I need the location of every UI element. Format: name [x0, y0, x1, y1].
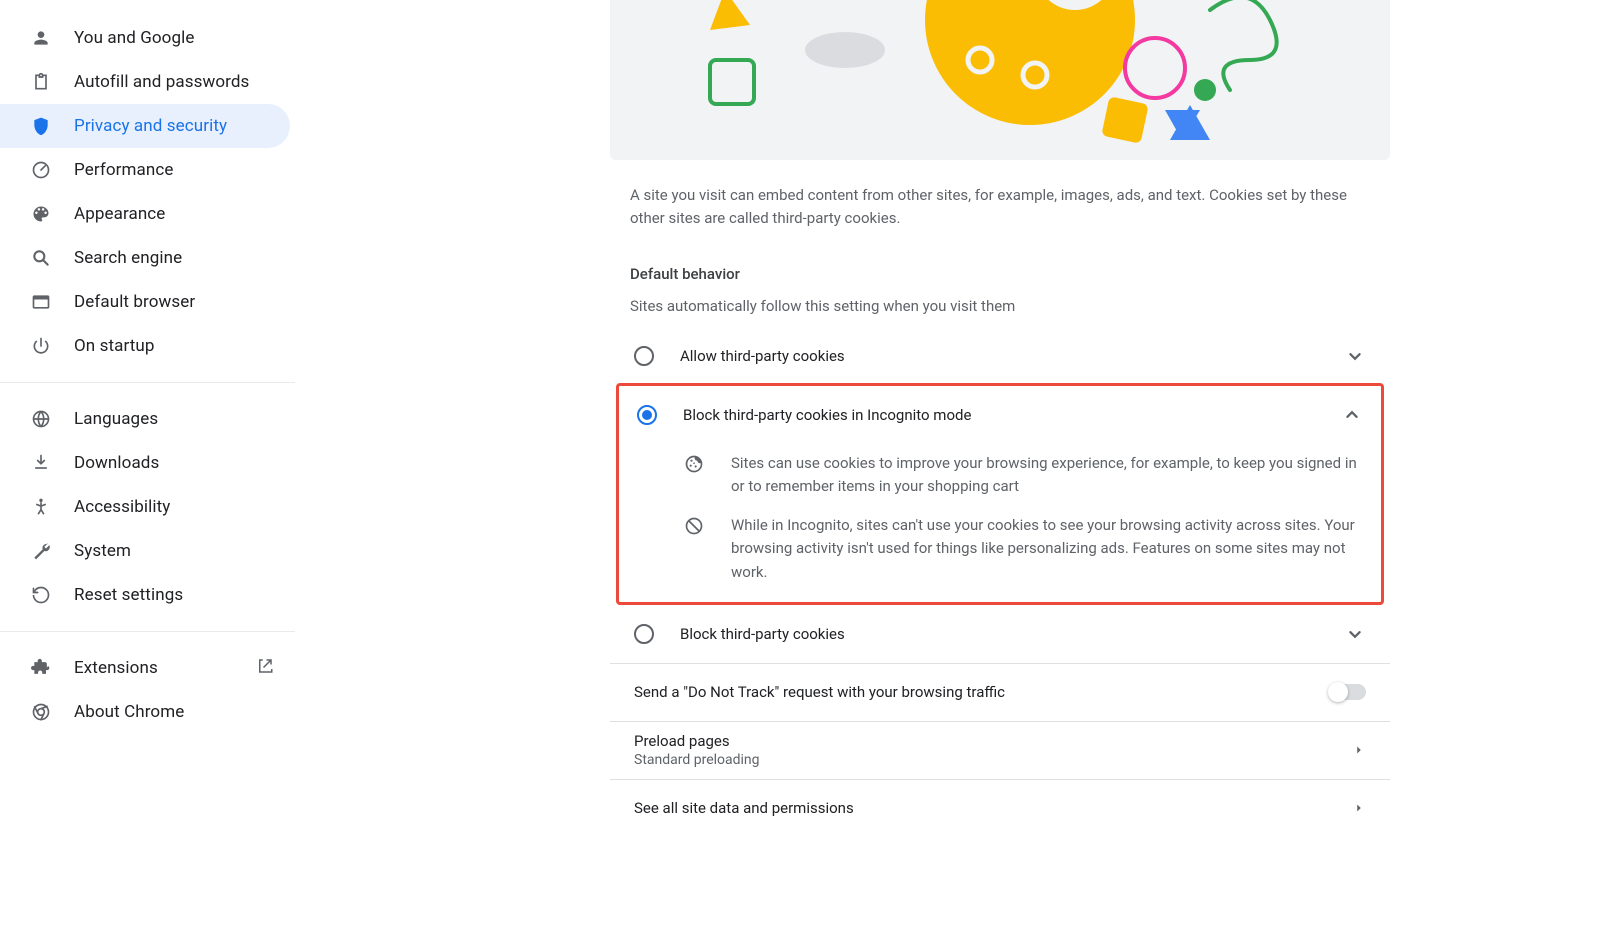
sidebar-divider	[0, 631, 295, 632]
setting-preload-pages[interactable]: Preload pages Standard preloading	[610, 721, 1390, 779]
detail-incognito-block: While in Incognito, sites can't use your…	[619, 506, 1381, 592]
shield-icon	[30, 115, 52, 137]
option-label: Block third-party cookies	[680, 625, 1318, 643]
sidebar-item-reset-settings[interactable]: Reset settings	[0, 573, 290, 617]
sidebar-item-label: System	[74, 541, 131, 561]
setting-subtitle: Standard preloading	[634, 752, 1336, 768]
open-in-new-icon	[256, 657, 274, 679]
power-icon	[30, 335, 52, 357]
extension-icon	[30, 657, 52, 679]
sidebar-item-label: You and Google	[74, 28, 194, 48]
option-block-cookies-incognito[interactable]: Block third-party cookies in Incognito m…	[619, 386, 1381, 444]
palette-icon	[30, 203, 52, 225]
sidebar-item-label: Downloads	[74, 453, 159, 473]
settings-content: A site you visit can embed content from …	[300, 0, 1600, 934]
sidebar-item-label: Extensions	[74, 658, 158, 678]
download-icon	[30, 452, 52, 474]
sidebar-item-appearance[interactable]: Appearance	[0, 192, 290, 236]
chevron-down-icon[interactable]	[1344, 623, 1366, 645]
sidebar-item-autofill[interactable]: Autofill and passwords	[0, 60, 290, 104]
setting-title: Preload pages	[634, 732, 1336, 750]
globe-icon	[30, 408, 52, 430]
detail-text: Sites can use cookies to improve your br…	[731, 452, 1363, 499]
cookie-icon	[683, 454, 705, 474]
option-allow-third-party-cookies[interactable]: Allow third-party cookies	[616, 327, 1384, 385]
option-block-third-party-cookies[interactable]: Block third-party cookies	[616, 605, 1384, 663]
sidebar-item-extensions[interactable]: Extensions	[0, 646, 290, 690]
sidebar-item-label: Search engine	[74, 248, 182, 268]
clipboard-icon	[30, 71, 52, 93]
radio-unchecked-icon[interactable]	[634, 624, 654, 644]
sidebar-item-label: About Chrome	[74, 702, 184, 722]
block-icon	[683, 516, 705, 536]
sidebar-item-about-chrome[interactable]: About Chrome	[0, 690, 290, 734]
sidebar-item-downloads[interactable]: Downloads	[0, 441, 290, 485]
radio-unchecked-icon[interactable]	[634, 346, 654, 366]
sidebar-item-privacy-and-security[interactable]: Privacy and security	[0, 104, 290, 148]
sidebar-item-default-browser[interactable]: Default browser	[0, 280, 290, 324]
sidebar-divider	[0, 382, 295, 383]
sidebar-item-label: On startup	[74, 336, 155, 356]
sidebar-item-label: Autofill and passwords	[74, 72, 249, 92]
sidebar-item-label: Accessibility	[74, 497, 170, 517]
setting-do-not-track[interactable]: Send a "Do Not Track" request with your …	[610, 663, 1390, 721]
sidebar-item-label: Languages	[74, 409, 158, 429]
sidebar-item-on-startup[interactable]: On startup	[0, 324, 290, 368]
sidebar-item-label: Performance	[74, 160, 173, 180]
sidebar-item-performance[interactable]: Performance	[0, 148, 290, 192]
sidebar-item-you-and-google[interactable]: You and Google	[0, 16, 290, 60]
sidebar-item-system[interactable]: System	[0, 529, 290, 573]
option-label: Allow third-party cookies	[680, 347, 1318, 365]
cookies-hero-illustration	[610, 0, 1390, 160]
browser-icon	[30, 291, 52, 313]
default-behavior-title: Default behavior	[630, 265, 1370, 283]
search-icon	[30, 247, 52, 269]
chevron-up-icon[interactable]	[1341, 404, 1363, 426]
default-behavior-subtitle: Sites automatically follow this setting …	[630, 297, 1370, 315]
detail-text: While in Incognito, sites can't use your…	[731, 514, 1363, 584]
wrench-icon	[30, 540, 52, 562]
sidebar-item-label: Privacy and security	[74, 116, 227, 136]
option-label: Block third-party cookies in Incognito m…	[683, 406, 1315, 424]
chevron-down-icon[interactable]	[1344, 345, 1366, 367]
sidebar-item-languages[interactable]: Languages	[0, 397, 290, 441]
toggle-off[interactable]	[1330, 684, 1366, 700]
restore-icon	[30, 584, 52, 606]
highlighted-selected-option: Block third-party cookies in Incognito m…	[616, 383, 1384, 605]
accessibility-icon	[30, 496, 52, 518]
chrome-icon	[30, 701, 52, 723]
chevron-right-icon	[1352, 801, 1366, 815]
sidebar-item-label: Reset settings	[74, 585, 183, 605]
sidebar-item-label: Default browser	[74, 292, 195, 312]
sidebar-item-accessibility[interactable]: Accessibility	[0, 485, 290, 529]
setting-title: See all site data and permissions	[634, 799, 1336, 817]
intro-description: A site you visit can embed content from …	[630, 184, 1370, 231]
person-icon	[30, 27, 52, 49]
speedometer-icon	[30, 159, 52, 181]
setting-see-all-site-data[interactable]: See all site data and permissions	[610, 779, 1390, 837]
detail-cookie-use: Sites can use cookies to improve your br…	[619, 444, 1381, 507]
chevron-right-icon	[1352, 743, 1366, 757]
settings-sidebar: You and Google Autofill and passwords Pr…	[0, 0, 300, 934]
sidebar-item-label: Appearance	[74, 204, 165, 224]
radio-checked-icon[interactable]	[637, 405, 657, 425]
sidebar-item-search-engine[interactable]: Search engine	[0, 236, 290, 280]
setting-title: Send a "Do Not Track" request with your …	[634, 683, 1314, 701]
